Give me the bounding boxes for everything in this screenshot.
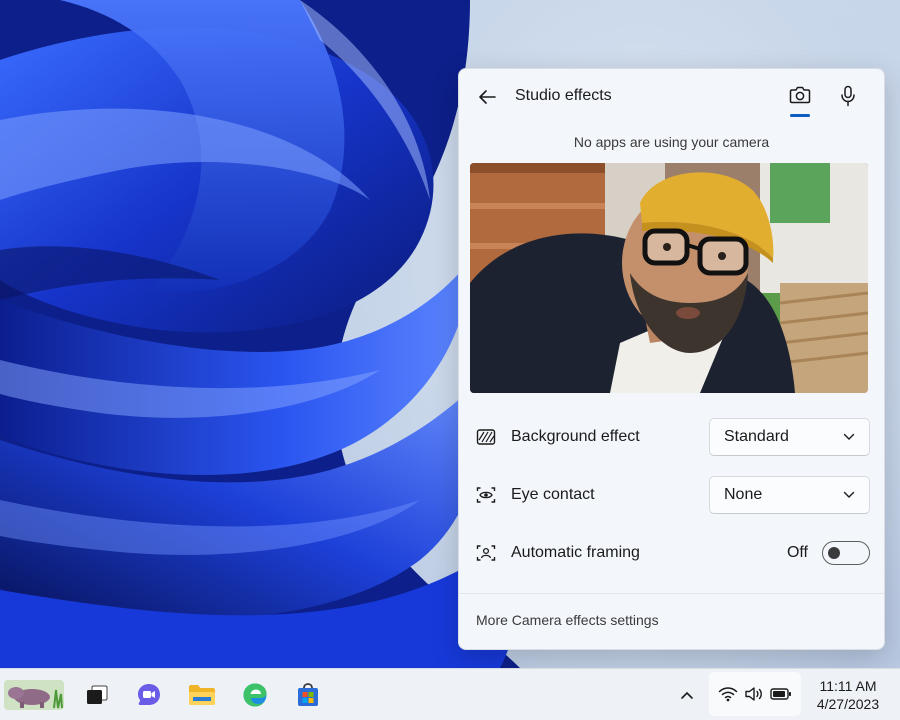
flyout-header: Studio effects	[459, 69, 884, 125]
tab-microphone[interactable]	[833, 83, 863, 117]
setting-eye-contact: Eye contact None	[475, 475, 870, 515]
automatic-framing-label: Automatic framing	[511, 544, 640, 561]
chevron-down-icon	[843, 491, 855, 498]
eye-contact-label: Eye contact	[511, 486, 595, 503]
tab-camera[interactable]	[785, 83, 815, 117]
more-camera-effects-link[interactable]: More Camera effects settings	[476, 612, 659, 628]
background-blur-icon	[475, 426, 497, 448]
task-view-button[interactable]	[78, 677, 116, 713]
chevron-down-icon	[843, 433, 855, 440]
show-hidden-icons-button[interactable]	[676, 683, 698, 707]
back-button[interactable]	[475, 85, 499, 109]
camera-preview	[470, 163, 868, 393]
framing-icon	[475, 542, 497, 564]
chevron-up-icon	[681, 691, 693, 699]
file-explorer-icon	[189, 685, 215, 705]
hippo-widget-icon	[4, 680, 64, 710]
teams-chat-button[interactable]	[130, 677, 168, 713]
automatic-framing-toggle[interactable]	[822, 541, 870, 565]
eye-contact-dropdown[interactable]: None	[709, 476, 870, 514]
quick-settings-button[interactable]	[709, 672, 801, 716]
tab-selected-indicator	[790, 114, 810, 117]
battery-icon	[770, 688, 791, 700]
taskbar-clock[interactable]: 11:11 AM 4/27/2023	[806, 677, 890, 713]
clock-time: 11:11 AM	[819, 678, 877, 694]
teams-chat-icon	[138, 684, 160, 705]
camera-status-text: No apps are using your camera	[573, 134, 770, 150]
toggle-knob	[828, 547, 840, 559]
automatic-framing-toggle-group: Off	[787, 541, 870, 565]
studio-effects-flyout: Studio effects No apps are using your ca…	[458, 68, 885, 650]
volume-icon	[745, 687, 762, 701]
edge-icon	[243, 683, 267, 707]
store-icon	[298, 683, 318, 706]
setting-automatic-framing: Automatic framing Off	[475, 533, 870, 573]
widgets-button[interactable]	[2, 677, 66, 713]
microphone-icon	[841, 85, 855, 107]
automatic-framing-state: Off	[786, 544, 808, 561]
camera-icon	[789, 86, 811, 104]
store-button[interactable]	[289, 677, 327, 713]
flyout-title: Studio effects	[515, 87, 612, 104]
background-effect-label: Background effect	[511, 428, 640, 445]
wifi-icon	[718, 687, 738, 702]
task-view-icon	[87, 685, 108, 704]
setting-background-effect: Background effect Standard	[475, 417, 870, 457]
file-explorer-button[interactable]	[183, 677, 221, 713]
background-effect-value: Standard	[724, 428, 789, 445]
background-effect-dropdown[interactable]: Standard	[709, 418, 870, 456]
arrow-left-icon	[479, 90, 496, 104]
eye-contact-icon	[475, 484, 497, 506]
edge-button[interactable]	[236, 677, 274, 713]
eye-contact-value: None	[724, 486, 763, 503]
clock-date: 4/27/2023	[816, 696, 880, 712]
camera-preview-image	[470, 163, 868, 393]
flyout-divider	[459, 593, 884, 594]
